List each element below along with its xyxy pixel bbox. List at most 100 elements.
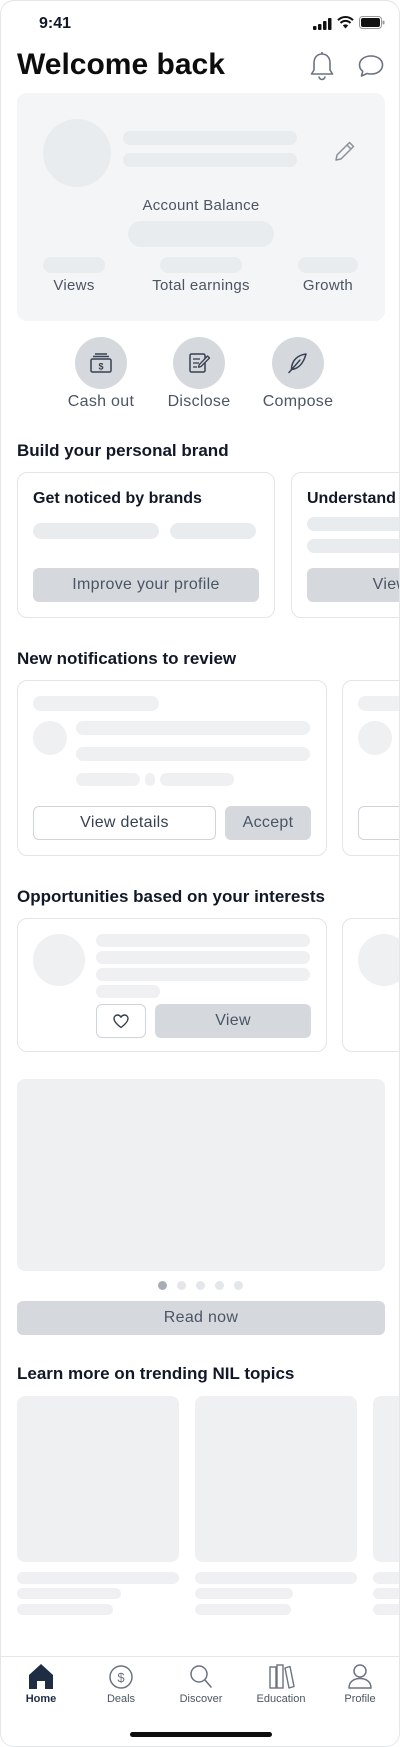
brand-card-skeleton-b	[307, 539, 399, 553]
avatar	[43, 119, 111, 187]
topic-image-placeholder	[373, 1396, 399, 1562]
carousel-dot-active[interactable]	[158, 1281, 167, 1290]
nav-label-profile: Profile	[344, 1693, 376, 1705]
notification-card[interactable]: View details Accept	[17, 680, 327, 856]
wifi-icon	[337, 16, 354, 29]
search-icon	[190, 1665, 212, 1688]
views-value-skeleton	[43, 257, 105, 273]
opportunities-section-title: Opportunities based on your interests	[17, 887, 325, 906]
topic-skeleton-line	[17, 1604, 113, 1615]
svg-text:$: $	[117, 1670, 125, 1685]
opportunity-card[interactable]: View	[17, 918, 327, 1052]
topic-skeleton-line	[195, 1572, 357, 1584]
battery-icon	[359, 16, 385, 29]
topic-card[interactable]	[195, 1396, 357, 1626]
subtitle-skeleton	[123, 153, 297, 167]
favorite-button[interactable]	[96, 1004, 146, 1038]
brand-card-title: Understand	[307, 490, 396, 507]
view-button[interactable]: View s	[307, 568, 399, 602]
carousel-dot[interactable]	[234, 1281, 243, 1290]
topic-skeleton-line	[195, 1604, 291, 1615]
brand-card-skeleton-a	[33, 523, 159, 539]
notification-skeleton-meta	[145, 773, 155, 786]
signal-icon	[313, 18, 332, 30]
opportunity-card[interactable]	[342, 918, 399, 1052]
nav-education[interactable]: Education	[246, 1661, 316, 1705]
topic-skeleton-line	[17, 1572, 179, 1584]
disclose-button[interactable]	[173, 337, 225, 389]
notification-skeleton-title	[358, 696, 399, 711]
topic-card[interactable]	[17, 1396, 179, 1626]
nav-label-discover: Discover	[179, 1693, 223, 1705]
growth-value-skeleton	[298, 257, 358, 273]
notifications-section-title: New notifications to review	[17, 649, 237, 668]
notification-skeleton-line	[76, 747, 310, 761]
carousel-dot[interactable]	[177, 1281, 186, 1290]
books-icon	[269, 1664, 295, 1689]
chat-icon[interactable]	[357, 53, 385, 79]
cash-out-label: Cash out	[67, 393, 135, 410]
earnings-value-skeleton	[160, 257, 242, 273]
cash-icon: $	[90, 353, 112, 373]
notification-card[interactable]	[342, 680, 399, 856]
topic-skeleton-line	[373, 1604, 399, 1615]
stat-label-views: Views	[53, 277, 95, 294]
balance-value-skeleton	[128, 221, 274, 247]
topic-image-placeholder	[195, 1396, 357, 1562]
nav-deals[interactable]: $ Deals	[86, 1661, 156, 1705]
topic-skeleton-line	[373, 1588, 399, 1599]
notification-avatar	[358, 721, 392, 755]
home-icon	[29, 1664, 53, 1689]
notification-skeleton-title	[33, 696, 159, 711]
nav-profile[interactable]: Profile	[325, 1661, 395, 1705]
page-title: Welcome back	[17, 48, 225, 81]
carousel-dot[interactable]	[196, 1281, 205, 1290]
user-icon	[348, 1664, 372, 1689]
balance-label: Account Balance	[142, 197, 260, 214]
nav-label-education: Education	[256, 1693, 306, 1705]
stat-label-growth: Growth	[302, 277, 354, 294]
topic-card[interactable]	[373, 1396, 399, 1626]
compose-button[interactable]	[272, 337, 324, 389]
topic-skeleton-line	[373, 1572, 399, 1584]
nav-home[interactable]: Home	[6, 1661, 76, 1705]
brand-section-title: Build your personal brand	[17, 441, 229, 460]
brand-card-skeleton-b	[170, 523, 256, 539]
opportunity-skeleton-line	[96, 951, 310, 964]
view-opportunity-button[interactable]: View	[155, 1004, 311, 1038]
nav-discover[interactable]: Discover	[166, 1661, 236, 1705]
opportunity-skeleton-line	[96, 934, 310, 947]
edit-pencil-icon[interactable]	[333, 139, 357, 163]
brand-card-skeleton-a	[307, 517, 399, 531]
topic-skeleton-line	[195, 1588, 293, 1599]
brand-card[interactable]: Understand View s	[291, 472, 399, 618]
opportunity-skeleton-line	[96, 985, 160, 998]
notification-button-partial[interactable]	[358, 806, 399, 840]
opportunity-avatar	[358, 934, 399, 986]
notification-skeleton-meta	[76, 773, 140, 786]
dollar-icon: $	[109, 1665, 133, 1689]
profile-card: Account Balance Views Total earnings Gro…	[17, 93, 385, 321]
read-now-button[interactable]: Read now	[17, 1301, 385, 1335]
opportunity-avatar	[33, 934, 85, 986]
carousel-banner[interactable]	[17, 1079, 385, 1271]
brand-card[interactable]: Get noticed by brands Improve your profi…	[17, 472, 275, 618]
nav-label-deals: Deals	[106, 1693, 136, 1705]
cash-out-button[interactable]: $	[75, 337, 127, 389]
carousel-dot[interactable]	[215, 1281, 224, 1290]
trending-section-title: Learn more on trending NIL topics	[17, 1364, 295, 1383]
opportunity-skeleton-line	[96, 968, 310, 981]
feather-icon	[288, 353, 307, 374]
topic-skeleton-line	[17, 1588, 121, 1599]
bell-icon[interactable]	[309, 51, 335, 81]
notification-skeleton-meta	[160, 773, 234, 786]
accept-button[interactable]: Accept	[225, 806, 311, 840]
heart-icon	[113, 1013, 129, 1028]
disclose-icon	[189, 353, 211, 373]
name-skeleton	[123, 131, 297, 145]
improve-profile-button[interactable]: Improve your profile	[33, 568, 259, 602]
topic-image-placeholder	[17, 1396, 179, 1562]
view-details-button[interactable]: View details	[33, 806, 216, 840]
notification-skeleton-line	[76, 721, 310, 735]
phone-screen: 9:41 Welcome back Account Balance Views …	[0, 0, 400, 1747]
